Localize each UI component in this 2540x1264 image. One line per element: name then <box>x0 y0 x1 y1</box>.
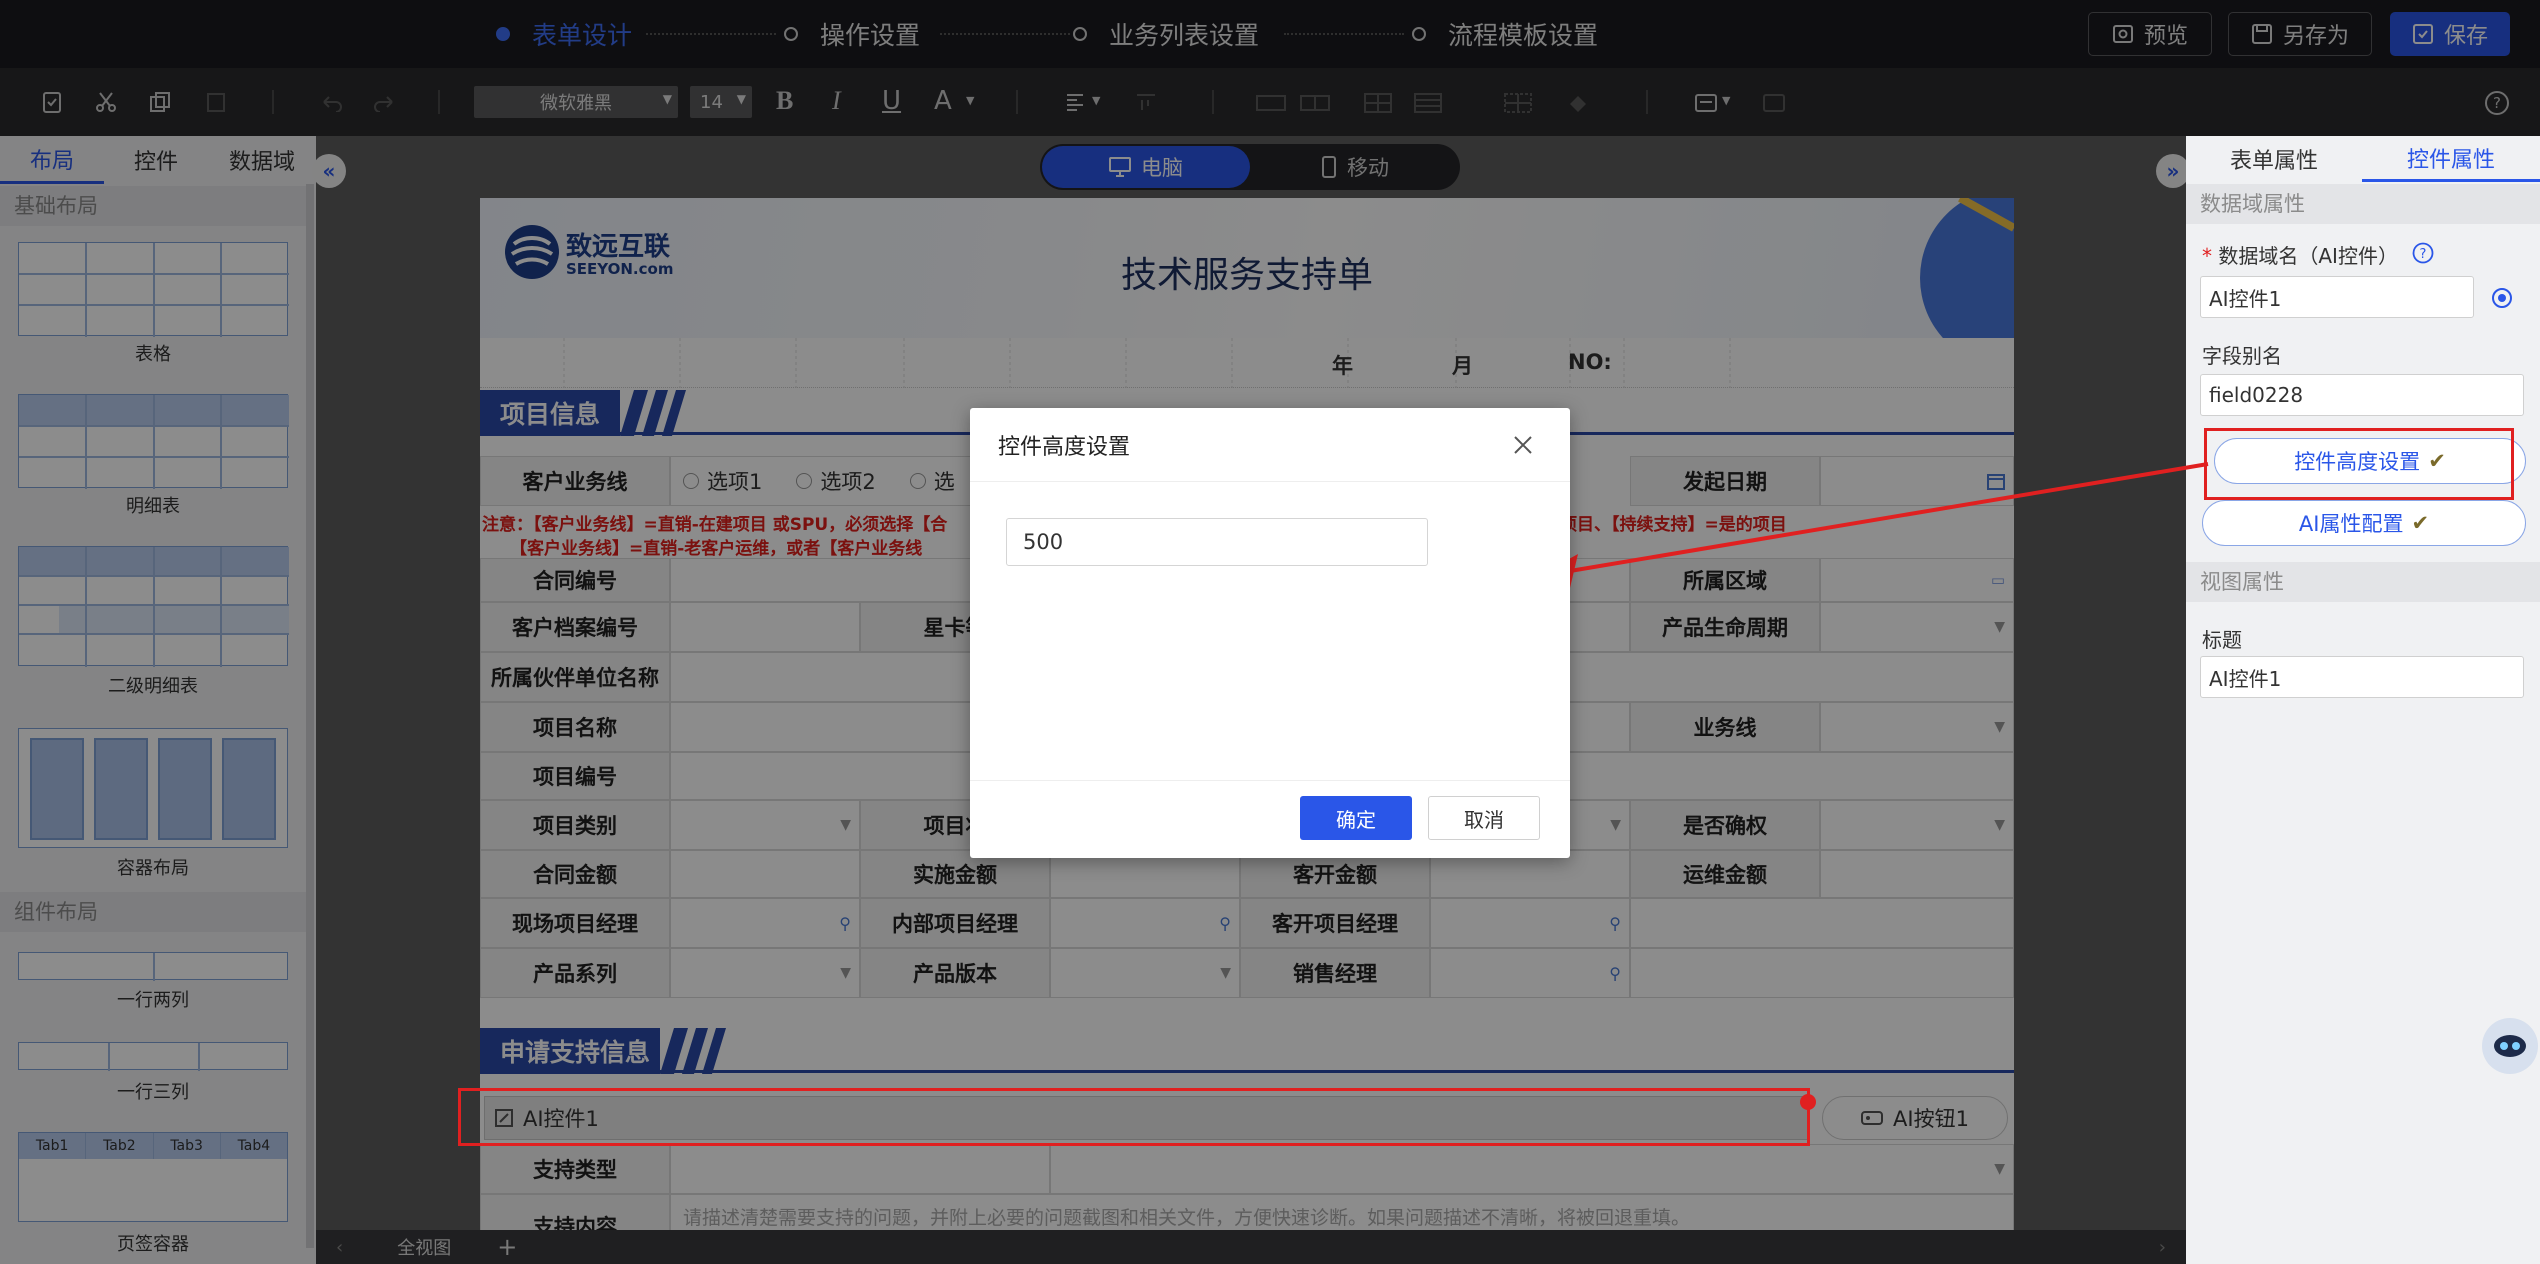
tab-control-properties[interactable]: 控件属性 <box>2362 136 2540 182</box>
alias-input[interactable]: field0228 <box>2200 374 2524 416</box>
dialog-title: 控件高度设置 <box>998 434 1131 460</box>
annotation-box-ai-control <box>458 1088 1810 1146</box>
tab-form-properties[interactable]: 表单属性 <box>2186 136 2362 182</box>
right-panel: 表单属性 控件属性 数据域属性 * 数据域名（AI控件） ? AI控件1 字段别… <box>2186 136 2540 1264</box>
annotation-arrow-icon <box>1538 462 2209 588</box>
height-setting-dialog: 控件高度设置 500 确定 取消 <box>970 408 1570 858</box>
help-circle-icon[interactable]: ? <box>2412 242 2434 264</box>
cancel-button[interactable]: 取消 <box>1428 796 1540 840</box>
confirm-button[interactable]: 确定 <box>1300 796 1412 840</box>
ai-config-label: AI属性配置 <box>2298 512 2404 536</box>
data-name-input[interactable]: AI控件1 <box>2200 276 2474 318</box>
section-data-domain: 数据域属性 <box>2186 184 2540 224</box>
check-icon: ✔ <box>2411 511 2430 535</box>
close-icon[interactable] <box>1512 434 1534 456</box>
annotation-box-height-button <box>2204 428 2514 500</box>
delete-control-icon[interactable] <box>1800 1094 1816 1110</box>
height-input[interactable]: 500 <box>1006 518 1428 566</box>
title-field-label: 标题 <box>2202 628 2242 652</box>
bot-face-icon <box>2494 1035 2526 1057</box>
required-mark-icon: * <box>2202 244 2212 268</box>
sync-icon[interactable] <box>2490 286 2514 310</box>
data-name-label-text: 数据域名（AI控件） <box>2218 244 2398 268</box>
ai-config-button[interactable]: AI属性配置 ✔ <box>2202 500 2526 546</box>
assistant-bot-icon[interactable] <box>2482 1018 2538 1074</box>
alias-label: 字段别名 <box>2202 344 2282 368</box>
dialog-header: 控件高度设置 <box>970 408 1570 482</box>
section-view-properties: 视图属性 <box>2186 562 2540 602</box>
data-name-field-label: * 数据域名（AI控件） <box>2202 240 2398 269</box>
title-input[interactable]: AI控件1 <box>2200 656 2524 698</box>
svg-text:?: ? <box>2420 247 2427 262</box>
